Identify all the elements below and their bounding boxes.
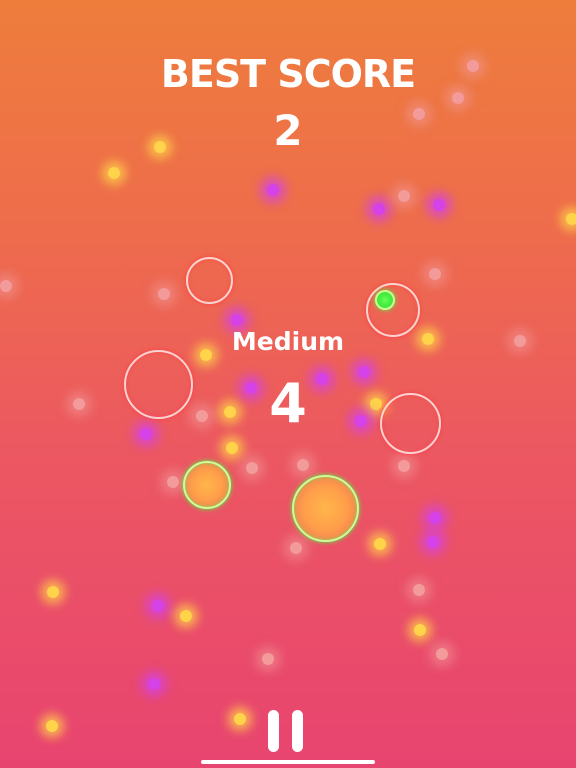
glow-dot xyxy=(234,713,246,725)
glow-dot xyxy=(267,184,279,196)
glow-dot xyxy=(436,648,448,660)
green-ring-target[interactable] xyxy=(292,475,359,542)
glow-dot xyxy=(47,586,59,598)
pause-button[interactable] xyxy=(266,710,306,752)
glow-dot xyxy=(427,536,439,548)
green-ring-target[interactable] xyxy=(183,461,231,509)
glow-dot xyxy=(0,280,12,292)
best-score-value: 2 xyxy=(273,106,303,155)
glow-dot xyxy=(180,610,192,622)
glow-dot xyxy=(413,584,425,596)
pause-icon xyxy=(268,710,279,752)
game-screen[interactable]: BEST SCORE 2 Medium 4 xyxy=(0,0,576,768)
glow-dot xyxy=(231,314,243,326)
red-ring-target[interactable] xyxy=(366,283,420,337)
glow-dot xyxy=(46,720,58,732)
glow-dot xyxy=(108,167,120,179)
difficulty-label: Medium xyxy=(231,327,345,356)
green-ring-small[interactable] xyxy=(375,290,395,310)
red-ring-target[interactable] xyxy=(380,393,441,454)
glow-dot xyxy=(429,512,441,524)
glow-dot xyxy=(290,542,302,554)
glow-dot xyxy=(246,462,258,474)
glow-dot xyxy=(167,476,179,488)
glow-dot xyxy=(429,268,441,280)
glow-dot xyxy=(398,190,410,202)
glow-dot xyxy=(373,203,385,215)
glow-dot xyxy=(152,600,164,612)
glow-dot xyxy=(414,624,426,636)
best-score-label: BEST SCORE xyxy=(160,52,416,96)
current-score: 4 xyxy=(269,372,307,435)
glow-dot xyxy=(374,538,386,550)
glow-dot xyxy=(262,653,274,665)
red-ring-target[interactable] xyxy=(124,350,193,419)
red-ring-target[interactable] xyxy=(186,257,233,304)
glow-dot xyxy=(158,288,170,300)
glow-dot xyxy=(433,199,445,211)
glow-dot xyxy=(398,460,410,472)
home-indicator[interactable] xyxy=(201,760,375,764)
glow-dot xyxy=(297,459,309,471)
pause-icon xyxy=(292,710,303,752)
glow-dot xyxy=(566,213,576,225)
glow-dot xyxy=(148,678,160,690)
glow-dot xyxy=(226,442,238,454)
